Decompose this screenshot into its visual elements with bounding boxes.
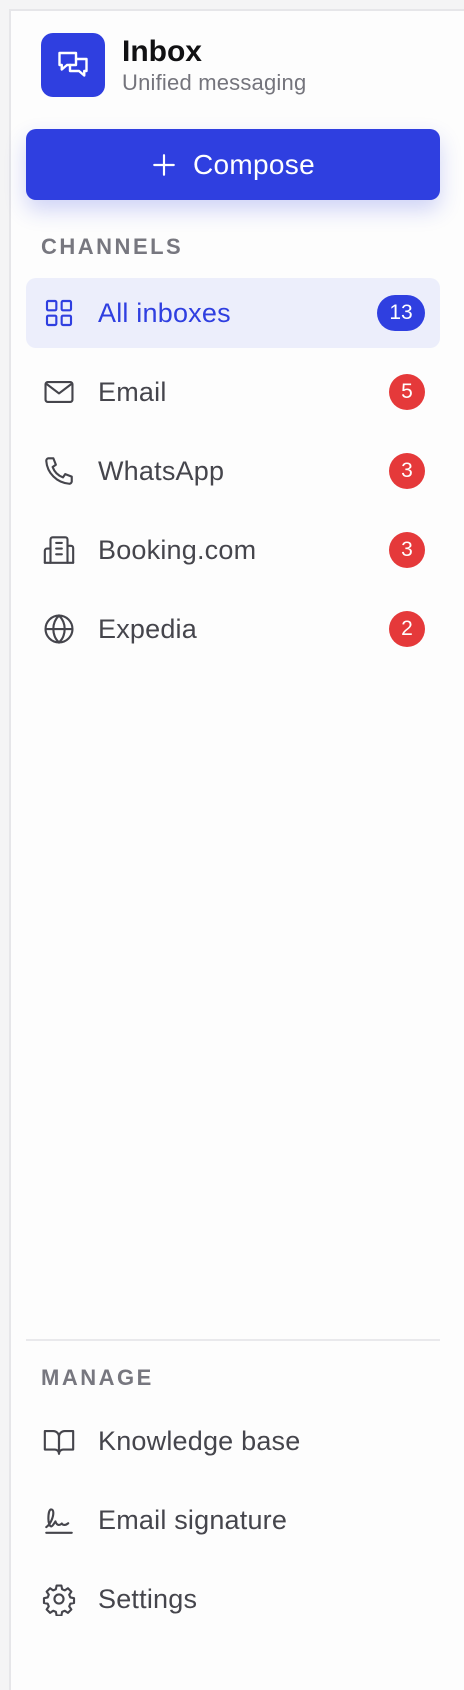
grid-icon (41, 295, 77, 331)
nav-item-whatsapp[interactable]: WhatsApp 3 (26, 436, 440, 506)
nav-item-settings[interactable]: Settings (26, 1564, 440, 1634)
channels-heading: CHANNELS (41, 234, 184, 259)
nav-label: All inboxes (98, 297, 231, 328)
signature-icon (41, 1502, 77, 1538)
unread-count-badge: 2 (389, 611, 425, 647)
unread-count-badge: 3 (389, 453, 425, 489)
unread-count-badge: 5 (389, 374, 425, 410)
app-title: Inbox (122, 34, 202, 68)
phone-icon (41, 453, 77, 489)
unread-count-badge: 13 (377, 295, 425, 331)
nav-label: Expedia (98, 613, 197, 644)
nav-label: Email (98, 376, 167, 407)
nav-label: Email signature (98, 1504, 288, 1535)
book-open-icon (41, 1423, 77, 1459)
building-icon (41, 532, 77, 568)
chat-bubbles-icon (41, 33, 105, 97)
nav-item-knowledge-base[interactable]: Knowledge base (26, 1406, 440, 1476)
nav-label: Knowledge base (98, 1425, 301, 1456)
nav-item-email[interactable]: Email 5 (26, 357, 440, 427)
sidebar: Inbox Unified messaging Compose CHANNELS… (9, 9, 464, 1690)
compose-button[interactable]: Compose (26, 129, 440, 200)
gear-icon (41, 1581, 77, 1617)
brand-header: Inbox Unified messaging (41, 33, 306, 97)
nav-label: WhatsApp (98, 455, 225, 486)
nav-label: Booking.com (98, 534, 257, 565)
unread-count-badge: 3 (389, 532, 425, 568)
mail-icon (41, 374, 77, 410)
plus-icon (151, 152, 177, 178)
nav-item-booking[interactable]: Booking.com 3 (26, 515, 440, 585)
app-subtitle: Unified messaging (122, 69, 307, 95)
nav-item-all-inboxes[interactable]: All inboxes 13 (26, 278, 440, 348)
divider (26, 1339, 440, 1341)
manage-heading: MANAGE (41, 1365, 154, 1390)
nav-item-expedia[interactable]: Expedia 2 (26, 594, 440, 664)
nav-label: Settings (98, 1583, 198, 1614)
nav-item-email-signature[interactable]: Email signature (26, 1485, 440, 1555)
compose-label: Compose (193, 148, 315, 180)
globe-icon (41, 611, 77, 647)
